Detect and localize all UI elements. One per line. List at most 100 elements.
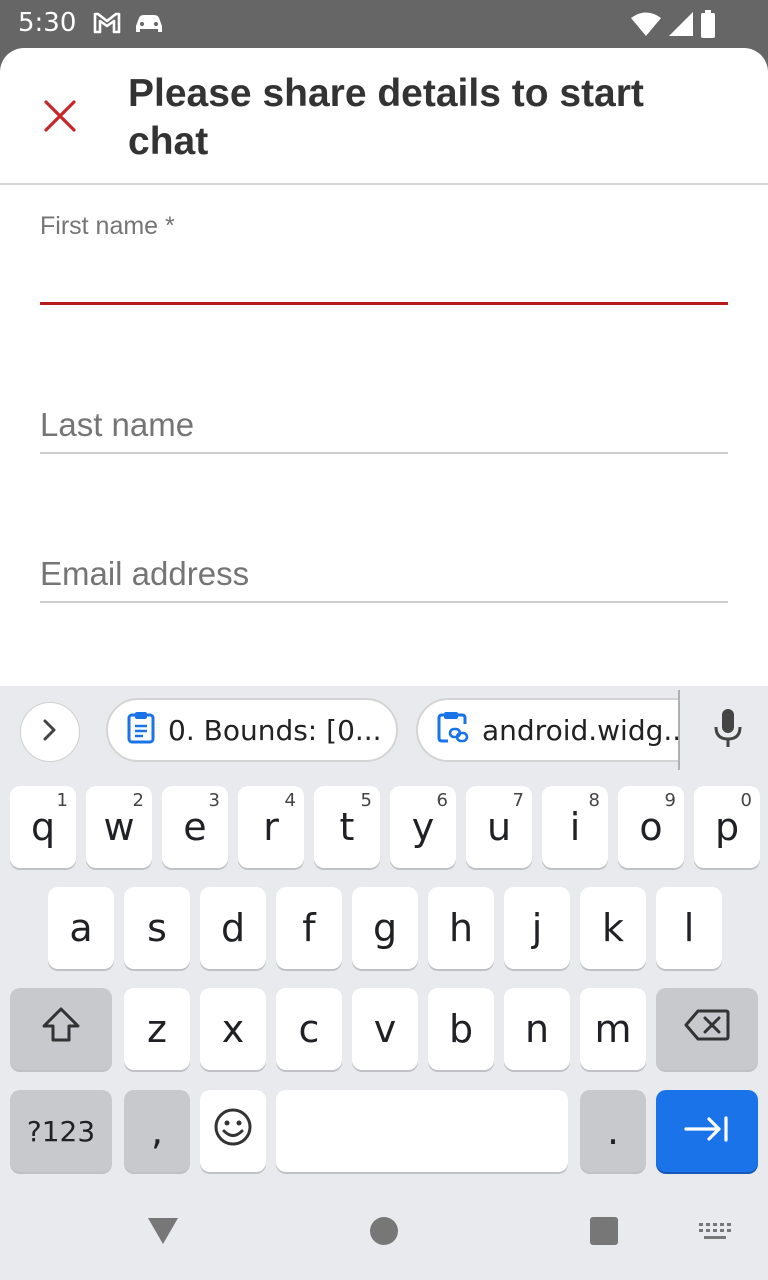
key-number-hint: 7 <box>512 790 524 811</box>
key-i[interactable]: i8 <box>542 786 608 868</box>
battery-icon <box>700 10 716 43</box>
clipboard-link-icon <box>436 710 470 751</box>
key-label: e <box>183 805 207 849</box>
gmail-icon <box>92 10 122 41</box>
microphone-icon <box>712 707 744 754</box>
emoji-key[interactable] <box>200 1090 266 1172</box>
key-d[interactable]: d <box>200 887 266 969</box>
first-name-field[interactable]: First name * <box>40 212 728 308</box>
key-v[interactable]: v <box>352 988 418 1070</box>
close-icon <box>43 99 77 138</box>
car-icon <box>132 10 166 41</box>
recents-nav-button[interactable] <box>589 1216 619 1251</box>
key-f[interactable]: f <box>276 887 342 969</box>
key-label: w <box>103 805 135 849</box>
navigation-bar <box>0 1182 768 1280</box>
key-s[interactable]: s <box>124 887 190 969</box>
key-r[interactable]: r4 <box>238 786 304 868</box>
key-label: u <box>486 805 512 849</box>
key-b[interactable]: b <box>428 988 494 1070</box>
key-h[interactable]: h <box>428 887 494 969</box>
backspace-key[interactable] <box>656 988 758 1070</box>
key-c[interactable]: c <box>276 988 342 1070</box>
key-k[interactable]: k <box>580 887 646 969</box>
home-circle-icon <box>370 1217 398 1245</box>
keyboard-suggestion-bar: 0. Bounds: [0... android.widg... <box>0 686 768 774</box>
keyboard-switch-button[interactable] <box>698 1222 732 1247</box>
keyboard-expand-button[interactable] <box>20 702 80 762</box>
first-name-underline <box>40 302 728 305</box>
key-number-hint: 3 <box>208 790 220 811</box>
key-number-hint: 9 <box>664 790 676 811</box>
shift-key[interactable] <box>10 988 112 1070</box>
close-button[interactable] <box>36 94 84 142</box>
key-t[interactable]: t5 <box>314 786 380 868</box>
key-number-hint: 8 <box>588 790 600 811</box>
home-nav-button[interactable] <box>369 1216 399 1251</box>
key-m[interactable]: m <box>580 988 646 1070</box>
key-label: r <box>263 805 279 849</box>
shift-icon <box>41 1006 81 1053</box>
key-number-hint: 4 <box>284 790 296 811</box>
status-bar: 5:30 <box>0 0 768 48</box>
comma-key[interactable]: , <box>124 1090 190 1172</box>
key-j[interactable]: j <box>504 887 570 969</box>
key-number-hint: 5 <box>360 790 372 811</box>
email-placeholder: Email address <box>40 555 250 592</box>
suggestion-divider <box>678 690 680 770</box>
recents-square-icon <box>590 1217 618 1245</box>
key-label: i <box>569 805 581 849</box>
sheet-header: Please share details to start chat <box>0 48 768 185</box>
key-number-hint: 2 <box>132 790 144 811</box>
key-p[interactable]: p0 <box>694 786 760 868</box>
key-label: q <box>30 805 56 849</box>
status-time: 5:30 <box>18 8 77 38</box>
last-name-placeholder: Last name <box>40 406 195 443</box>
backspace-icon <box>684 1007 730 1051</box>
key-x[interactable]: x <box>200 988 266 1070</box>
last-name-field[interactable]: Last name <box>40 404 728 456</box>
emoji-icon <box>213 1107 253 1156</box>
chat-details-sheet: Please share details to start chat First… <box>0 48 768 688</box>
clipboard-chip-2-text: android.widg... <box>482 713 680 747</box>
key-q[interactable]: q1 <box>10 786 76 868</box>
email-underline <box>40 601 728 603</box>
next-field-key[interactable] <box>656 1090 758 1172</box>
key-l[interactable]: l <box>656 887 722 969</box>
wifi-icon <box>630 11 662 42</box>
key-z[interactable]: z <box>124 988 190 1070</box>
email-field[interactable]: Email address <box>40 553 728 605</box>
key-number-hint: 0 <box>740 790 752 811</box>
tab-arrow-icon <box>683 1109 731 1153</box>
chevron-right-icon <box>40 718 60 747</box>
space-key[interactable] <box>276 1090 568 1172</box>
page-title: Please share details to start chat <box>128 72 644 163</box>
key-g[interactable]: g <box>352 887 418 969</box>
key-a[interactable]: a <box>48 887 114 969</box>
clipboard-chip-1-text: 0. Bounds: [0... <box>168 713 382 747</box>
key-u[interactable]: u7 <box>466 786 532 868</box>
clipboard-chip-1[interactable]: 0. Bounds: [0... <box>106 698 398 762</box>
back-nav-button[interactable] <box>146 1216 180 1251</box>
clipboard-chip-2[interactable]: android.widg... <box>416 698 680 762</box>
key-label: y <box>411 805 435 849</box>
symbols-key[interactable]: ?123 <box>10 1090 112 1172</box>
clipboard-icon <box>126 710 156 751</box>
signal-icon <box>668 11 694 42</box>
key-label: t <box>339 805 355 849</box>
key-y[interactable]: y6 <box>390 786 456 868</box>
key-n[interactable]: n <box>504 988 570 1070</box>
key-label: o <box>639 805 663 849</box>
last-name-underline <box>40 452 728 454</box>
voice-input-button[interactable] <box>706 706 750 754</box>
key-e[interactable]: e3 <box>162 786 228 868</box>
key-number-hint: 1 <box>56 790 68 811</box>
back-triangle-icon <box>148 1218 178 1244</box>
first-name-label: First name * <box>40 212 175 240</box>
key-o[interactable]: o9 <box>618 786 684 868</box>
key-label: p <box>714 805 740 849</box>
period-key[interactable]: . <box>580 1090 646 1172</box>
key-number-hint: 6 <box>436 790 448 811</box>
keyboard-icon <box>699 1223 731 1239</box>
key-w[interactable]: w2 <box>86 786 152 868</box>
